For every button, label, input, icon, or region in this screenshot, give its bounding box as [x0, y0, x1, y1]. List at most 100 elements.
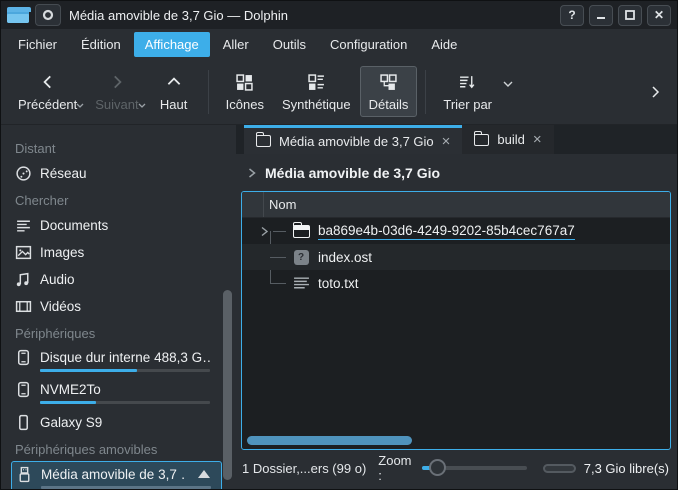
sidebar-item-label: Documents — [40, 218, 108, 233]
sort-by-label: Trier par — [443, 97, 492, 112]
icons-view-button[interactable]: Icônes — [217, 66, 273, 117]
sidebar-item-label: NVME2To — [40, 382, 210, 397]
sidebar-scrollbar[interactable] — [223, 290, 232, 480]
back-button[interactable]: Précédent — [9, 66, 86, 117]
horizontal-scrollbar[interactable] — [247, 436, 412, 445]
file-row-folder[interactable]: ba869e4b-03d6-4249-9202-85b4cec767a7 — [242, 218, 670, 244]
chevron-right-icon — [647, 83, 663, 101]
folder-icon — [7, 7, 29, 23]
menu-fichier[interactable]: Fichier — [7, 32, 68, 57]
zoom-slider-handle[interactable] — [429, 459, 446, 476]
tree-line — [270, 257, 286, 258]
close-tab-icon[interactable]: × — [533, 132, 542, 147]
window-bottom-edge — [236, 486, 677, 489]
sidebar-item-media-amovible[interactable]: Média amovible de 3,7 … — [11, 461, 222, 489]
file-name[interactable]: toto.txt — [318, 276, 359, 291]
sidebar-item-images[interactable]: Images — [1, 239, 220, 266]
window-menu-button[interactable] — [35, 4, 61, 26]
harddrive-icon — [15, 349, 32, 366]
tab-media-amovible[interactable]: Média amovible de 3,7 Gio × — [244, 125, 462, 154]
maximize-icon — [624, 9, 636, 21]
window-title: Média amovible de 3,7 Gio — Dolphin — [69, 8, 555, 23]
file-name[interactable]: ba869e4b-03d6-4249-9202-85b4cec767a7 — [318, 223, 575, 240]
compact-view-icon — [308, 71, 325, 93]
compact-view-button[interactable]: Synthétique — [273, 66, 360, 117]
tree-line — [273, 231, 286, 232]
free-space-text: 7,3 Gio libre(s) — [584, 461, 669, 476]
sidebar-item-galaxy-s9[interactable]: Galaxy S9 — [1, 409, 220, 436]
menu-affichage[interactable]: Affichage — [134, 32, 210, 57]
sidebar-item-label: Vidéos — [40, 299, 81, 314]
sidebar-item-label: Disque dur interne 488,3 G… — [40, 350, 210, 365]
disk-usage-bar — [41, 486, 211, 489]
details-view-icon — [380, 71, 397, 93]
titlebar: Média amovible de 3,7 Gio — Dolphin ? ✕ — [1, 1, 677, 29]
help-icon: ? — [568, 8, 575, 22]
column-header-nom[interactable]: Nom — [264, 197, 296, 212]
up-label: Haut — [160, 97, 187, 112]
sidebar-item-reseau[interactable]: Réseau — [1, 160, 220, 187]
chevron-up-icon — [165, 71, 183, 93]
tab-build[interactable]: build × — [462, 125, 553, 154]
chevron-down-icon — [138, 103, 146, 109]
zoom-slider[interactable] — [422, 459, 527, 477]
details-view-label: Détails — [369, 97, 409, 112]
details-view-button[interactable]: Détails — [360, 66, 418, 117]
folder-icon — [474, 134, 489, 146]
menu-edition[interactable]: Édition — [70, 32, 132, 57]
menu-aller[interactable]: Aller — [212, 32, 260, 57]
sidebar-item-documents[interactable]: Documents — [1, 212, 220, 239]
sort-by-button[interactable]: Trier par — [434, 66, 501, 117]
menu-aide[interactable]: Aide — [420, 32, 468, 57]
section-header-distant: Distant — [1, 135, 236, 160]
usb-drive-icon — [16, 466, 33, 483]
maximize-button[interactable] — [618, 5, 642, 26]
menu-outils[interactable]: Outils — [262, 32, 317, 57]
help-button[interactable]: ? — [560, 5, 584, 26]
tab-label: Média amovible de 3,7 Gio — [279, 134, 434, 149]
file-row-toto-txt[interactable]: toto.txt — [242, 270, 670, 296]
close-tab-icon[interactable]: × — [442, 134, 451, 149]
section-header-peripheriques-amovibles: Périphériques amovibles — [1, 436, 236, 461]
chevron-down-icon — [76, 103, 84, 109]
file-row-index-ost[interactable]: ? index.ost — [242, 244, 670, 270]
toolbar-overflow-button[interactable] — [641, 83, 669, 101]
expand-arrow-icon[interactable] — [260, 226, 269, 237]
tabbar: Média amovible de 3,7 Gio × build × — [236, 125, 677, 154]
zoom-label: Zoom : — [378, 453, 414, 483]
menu-configuration[interactable]: Configuration — [319, 32, 418, 57]
documents-icon — [15, 217, 32, 234]
sidebar-item-label: Galaxy S9 — [40, 415, 102, 430]
eject-icon[interactable] — [197, 469, 211, 481]
unknown-file-icon: ? — [292, 249, 310, 265]
icons-view-icon — [236, 71, 253, 93]
column-header-corner — [242, 192, 264, 217]
folder-icon — [256, 135, 271, 147]
network-icon — [15, 165, 32, 182]
disk-usage-bar — [40, 401, 210, 404]
sidebar-item-nvme2to[interactable]: NVME2To — [1, 377, 220, 409]
chevron-down-icon[interactable] — [503, 81, 513, 88]
close-button[interactable]: ✕ — [647, 5, 671, 26]
toolbar-separator — [425, 70, 426, 114]
text-file-icon — [292, 275, 310, 291]
close-icon: ✕ — [654, 8, 664, 22]
sidebar-item-label: Images — [40, 245, 84, 260]
toolbar-separator — [208, 70, 209, 114]
breadcrumb: Média amovible de 3,7 Gio — [236, 154, 677, 191]
sidebar-item-disque-dur[interactable]: Disque dur interne 488,3 G… — [1, 345, 220, 377]
sidebar-item-videos[interactable]: Vidéos — [1, 293, 220, 320]
file-name[interactable]: index.ost — [318, 250, 372, 265]
chevron-left-icon — [39, 71, 57, 93]
folder-icon — [292, 223, 310, 239]
sidebar-item-audio[interactable]: Audio — [1, 266, 220, 293]
compact-view-label: Synthétique — [282, 97, 351, 112]
minimize-button[interactable] — [589, 5, 613, 26]
breadcrumb-location[interactable]: Média amovible de 3,7 Gio — [265, 165, 440, 181]
chevron-right-icon[interactable] — [246, 167, 257, 179]
items-summary: 1 Dossier,...ers (99 o) — [242, 461, 366, 476]
forward-button[interactable]: Suivant — [86, 66, 147, 117]
section-header-chercher: Chercher — [1, 187, 236, 212]
up-button[interactable]: Haut — [148, 66, 200, 117]
tree-line — [270, 283, 286, 284]
